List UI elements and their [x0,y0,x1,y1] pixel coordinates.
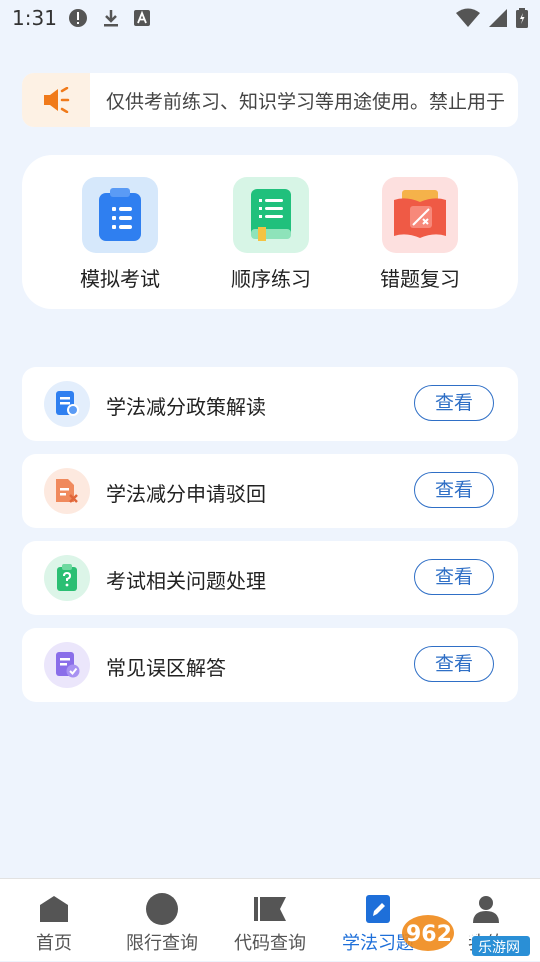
quick-actions-card: 模拟考试 顺序练习 错题复习 [22,155,518,309]
list-item-exam-issues[interactable]: 考试相关问题处理 查看 [22,541,518,615]
question-clipboard-icon [57,564,77,591]
quick-action-sequential[interactable]: 顺序练习 [211,177,331,292]
notice-text: 仅供考前练习、知识学习等用途使用。禁止用于 [106,91,506,113]
list-icon-bg [44,555,90,601]
nav-label: 限行查询 [126,933,198,954]
view-button[interactable]: 查看 [414,559,494,595]
circle-icon [146,893,178,925]
pen-icon [366,895,390,923]
list-icon-bg [44,468,90,514]
nav-item-restriction[interactable]: 限行查询 [108,879,216,961]
view-button[interactable]: 查看 [414,472,494,508]
list-label: 学法减分申请驳回 [106,482,266,506]
watermark-logo-icon: 962.NET 乐游网 [402,915,530,956]
view-button[interactable]: 查看 [414,646,494,682]
quick-action-mock-exam[interactable]: 模拟考试 [60,177,180,292]
flag-icon [254,897,286,921]
status-icons-left [68,8,150,28]
list-label: 学法减分政策解读 [106,395,266,419]
alert-icon [69,9,87,27]
speaker-icon [44,87,70,113]
quick-action-wrong-review[interactable]: 错题复习 [360,177,480,292]
status-icons-right [456,8,528,28]
list-icon-bg [44,642,90,688]
quick-icon-bg [382,177,458,253]
home-icon [40,896,68,922]
download-icon [104,10,118,27]
policy-document-icon [56,391,79,416]
nav-item-home[interactable]: 首页 [0,879,108,961]
list-item-rejection[interactable]: 学法减分申请驳回 查看 [22,454,518,528]
list-label: 考试相关问题处理 [106,569,266,593]
wifi-icon [456,8,480,27]
battery-icon [516,8,528,28]
list-item-policy[interactable]: 学法减分政策解读 查看 [22,367,518,441]
quick-icon-bg [82,177,158,253]
list-icon-bg [44,381,90,427]
nav-label: 代码查询 [234,933,306,954]
signal-icon [489,9,507,27]
list-item-misconceptions[interactable]: 常见误区解答 查看 [22,628,518,702]
notice-icon-box [22,73,90,127]
checklist-icon [56,652,80,678]
reject-document-icon [56,479,78,503]
status-bar: 1:31 [0,0,540,36]
quick-label: 错题复习 [380,267,460,291]
quick-label: 模拟考试 [80,267,160,291]
quick-label: 顺序练习 [231,267,311,291]
red-book-icon [394,190,446,238]
nav-item-code[interactable]: 代码查询 [216,879,324,961]
quick-icon-bg [233,177,309,253]
status-time: 1:31 [12,6,57,30]
watermark: 962.NET 乐游网 [400,908,535,958]
notice-bar: 仅供考前练习、知识学习等用途使用。禁止用于 [22,73,518,127]
nav-label: 首页 [36,933,72,954]
green-book-icon [251,189,291,241]
watermark-subtext: 乐游网 [478,940,520,956]
font-app-icon [134,10,150,26]
list-label: 常见误区解答 [106,656,226,680]
view-button[interactable]: 查看 [414,385,494,421]
clipboard-list-icon [99,188,141,241]
